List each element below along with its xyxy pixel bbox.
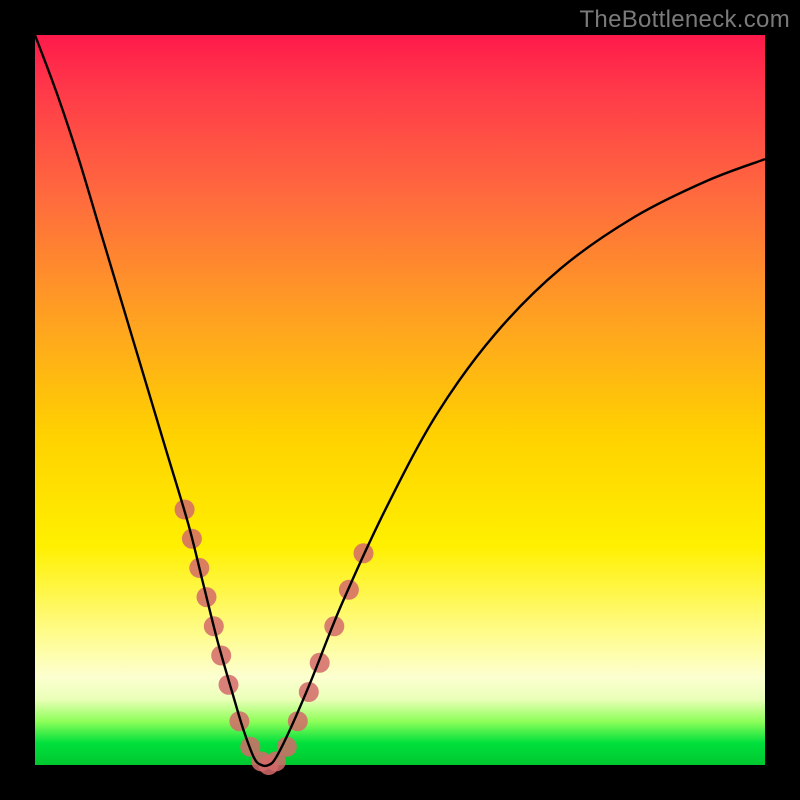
- watermark-text: TheBottleneck.com: [579, 6, 790, 34]
- bottleneck-curve-path: [35, 35, 765, 766]
- chart-frame: TheBottleneck.com: [0, 0, 800, 800]
- bottleneck-curve-svg: [35, 35, 765, 765]
- marker-layer: [175, 500, 374, 776]
- plot-area: [35, 35, 765, 765]
- highlight-dot: [277, 737, 297, 757]
